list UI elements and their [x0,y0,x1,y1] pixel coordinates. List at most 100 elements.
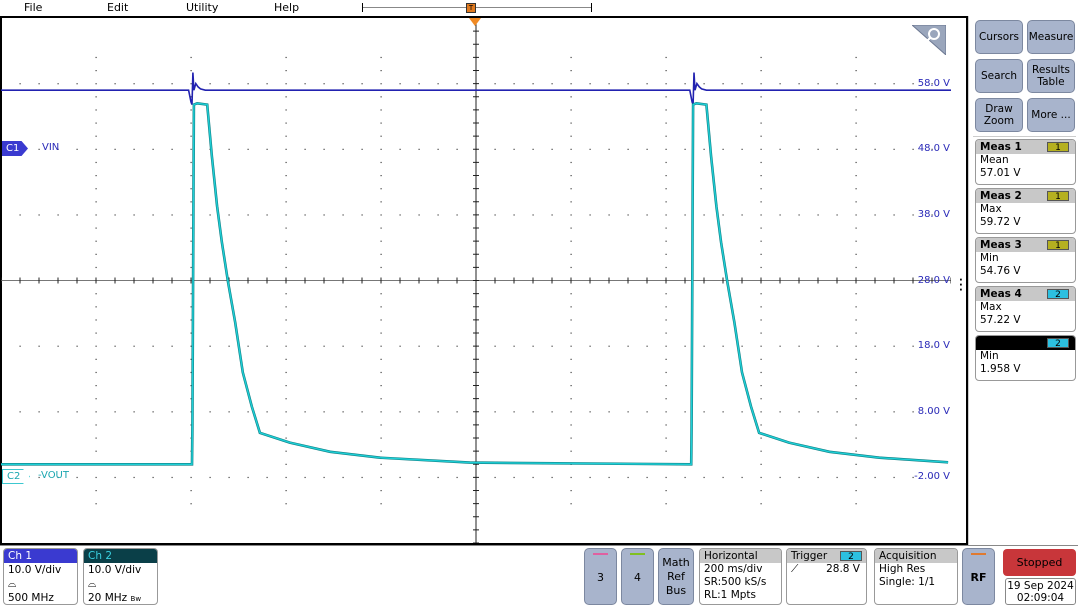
grid-dot [247,345,249,347]
grid-dot [494,83,496,85]
trigger-time-marker-icon[interactable] [469,18,481,26]
grid-dot [380,503,382,505]
menu-edit[interactable]: Edit [107,1,128,14]
grid-dot [361,476,363,479]
menu-utility[interactable]: Utility [186,1,218,14]
grid-dot [399,214,401,216]
grid-dot [380,188,382,190]
record-timeline[interactable] [362,3,592,12]
grid-dot [627,476,629,479]
grid-dot [741,476,743,479]
ch4-button[interactable]: 4 [621,548,654,605]
grid-dot [532,83,534,85]
zoom-magnifier-icon[interactable] [912,25,946,55]
grid-dot [722,411,724,413]
meas-type: Min [980,252,999,264]
grid-dot [323,148,325,150]
more-button[interactable]: More ... [1027,98,1075,132]
meas-3-badge[interactable]: Meas 3 1 Min 54.76 V [975,237,1076,283]
grid-dot [779,476,781,479]
grid-dot [190,503,192,505]
grid-dot [456,148,458,150]
menu-file[interactable]: File [24,1,42,14]
grid-dot [380,450,382,452]
panel-resize-handle[interactable]: · · · [959,276,963,296]
trigger-position-marker[interactable]: T [466,3,476,13]
grid-dot [380,385,382,387]
rf-button[interactable]: RF [962,548,995,605]
grid-dot [304,83,306,85]
meas-4-badge[interactable]: Meas 4 2 Max 57.22 V [975,286,1076,332]
horizontal-badge[interactable]: Horizontal 200 ms/div SR:500 kS/s RL:1 M… [699,548,782,605]
grid-dot [798,83,800,85]
grid-dot [95,135,97,137]
acquisition-badge[interactable]: Acquisition High Res Single: 1/1 [874,548,958,605]
grid-dot [551,83,553,85]
grid-dot [570,175,572,177]
grid-dot [247,148,249,150]
grid-dot [703,214,705,216]
ch1-badge[interactable]: Ch 1 10.0 V/div ⌓ 500 MHz [3,548,78,605]
grid-dot [95,424,97,426]
ch4-label: 4 [634,571,641,584]
source-badge: 2 [1047,289,1069,300]
grid-dot [380,135,382,137]
scale-label: -2.00 V [914,471,950,482]
grid-dot [760,188,762,190]
search-button[interactable]: Search [975,59,1023,93]
scale-label: 58.0 V [917,78,950,89]
grid-dot [190,253,192,255]
grid-dot [741,411,743,413]
ch3-button[interactable]: 3 [584,548,617,605]
meas-1-badge[interactable]: Meas 1 1 Mean 57.01 V [975,139,1076,185]
grid-dot [836,214,838,216]
grid-dot [95,214,97,216]
draw-zoom-button[interactable]: Draw Zoom [975,98,1023,132]
grid-dot [570,188,572,190]
ch2-scale: 10.0 V/div [88,564,142,576]
menu-help[interactable]: Help [274,1,299,14]
source-badge: 1 [1047,142,1069,153]
grid-dot [342,476,344,479]
grid-dot [798,345,800,347]
probe-icon: ⌓ [88,578,97,590]
grid-dot [855,135,857,137]
grid-dot [551,214,553,216]
grid-dot [323,83,325,85]
grid-dot [228,345,230,347]
grid-dot [323,476,325,479]
grid-dot [95,411,97,413]
ch2-badge[interactable]: Ch 2 10.0 V/div ⌓ 20 MHz Bw [83,548,158,605]
grid-dot [190,188,192,190]
grid-dot [855,148,857,150]
results-table-button[interactable]: Results Table [1027,59,1075,93]
waveform-plot[interactable] [1,18,951,543]
measure-button[interactable]: Measure [1027,20,1075,54]
math-ref-bus-button[interactable]: Math Ref Bus [658,548,694,605]
grid-dot [760,319,762,321]
grid-dot [703,345,705,347]
grid-dot [665,476,667,479]
cursors-button[interactable]: Cursors [975,20,1023,54]
grid-dot [551,411,553,413]
grid-dot [361,83,363,85]
grid-dot [190,227,192,229]
trigger-badge[interactable]: Trigger 2 ⟋ 28.8 V [786,548,867,605]
grid-dot [627,214,629,216]
grid-dot [760,398,762,400]
horizontal-title: Horizontal [700,549,781,563]
grid-dot [798,411,800,413]
meas-5-badge[interactable]: 2 Min 1.958 V [975,335,1076,381]
meas-2-badge[interactable]: Meas 2 1 Max 59.72 V [975,188,1076,234]
grid-dot [646,214,648,216]
grid-dot [209,83,211,85]
grid-dot [95,293,97,295]
grid-dot [665,109,667,111]
grid-dot [855,96,857,98]
grid-dot [190,122,192,124]
grid-dot [304,148,306,150]
grid-dot [589,411,591,413]
run-stop-button[interactable]: Stopped [1003,549,1076,576]
grid-dot [95,148,97,150]
grid-dot [380,148,382,150]
